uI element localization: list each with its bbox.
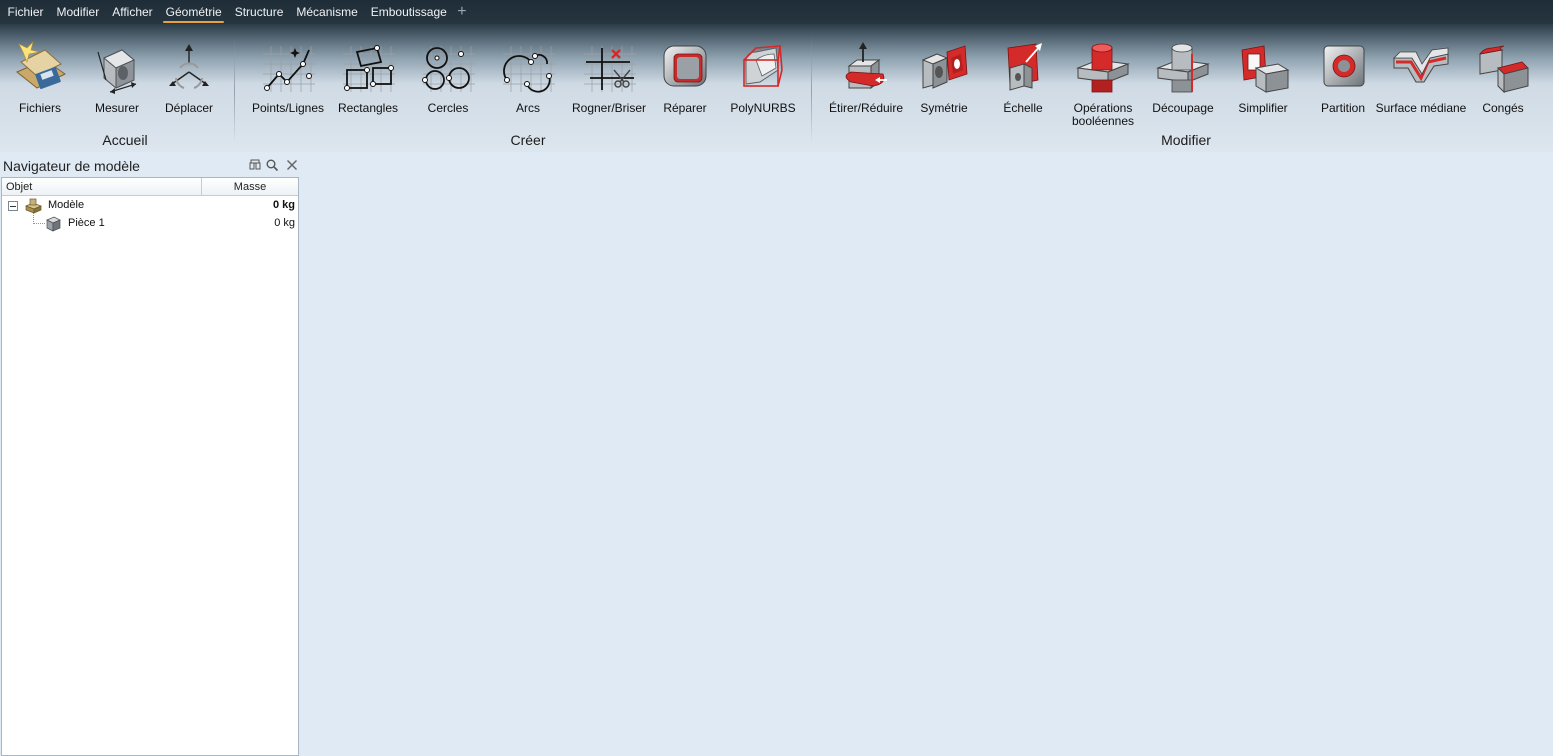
symetrie-button[interactable]: Symétrie <box>904 36 984 128</box>
model-navigator-panel: Navigateur de modèle Objet Masse Modèle … <box>0 152 300 756</box>
menu-emboutissage[interactable]: Emboutissage <box>364 1 453 23</box>
symmetry-icon <box>921 45 968 89</box>
menu-afficher[interactable]: Afficher <box>106 1 159 23</box>
conges-label: Congés <box>1482 101 1524 115</box>
conges-button[interactable]: Congés <box>1463 36 1543 128</box>
boolean-icon <box>1076 43 1130 93</box>
filter-icon[interactable] <box>248 158 262 172</box>
deplacer-label: Déplacer <box>164 101 214 115</box>
group-label-modifier: Modifier <box>1161 132 1211 148</box>
menu-mecanisme[interactable]: Mécanisme <box>290 1 364 23</box>
operations-booleennes-button[interactable]: Opérations booléennes <box>1063 36 1143 128</box>
search-icon[interactable] <box>265 158 279 172</box>
menu-geometrie[interactable]: Géométrie <box>159 1 228 23</box>
echelle-button[interactable]: Échelle <box>983 36 1063 128</box>
rectangles-button[interactable]: Rectangles <box>328 36 408 128</box>
group-label-accueil: Accueil <box>102 132 148 148</box>
part-icon <box>46 216 61 232</box>
deplacer-button[interactable]: Déplacer <box>149 36 229 128</box>
fillets-icon <box>1479 45 1529 94</box>
column-objet[interactable]: Objet <box>6 178 32 196</box>
navigator-title: Navigateur de modèle <box>3 158 140 174</box>
measure-icon <box>97 49 137 94</box>
model-icon <box>25 198 42 214</box>
plus-icon[interactable]: + <box>453 1 470 23</box>
circles-icon <box>422 46 475 92</box>
arcs-button[interactable]: Arcs <box>488 36 568 128</box>
group-label-creer: Créer <box>510 132 546 148</box>
partition-icon <box>1323 45 1365 87</box>
points-lignes-label: Points/Lignes <box>251 101 325 115</box>
surface-mediane-label: Surface médiane <box>1375 101 1467 115</box>
decoupage-label: Découpage <box>1152 101 1214 115</box>
cercles-button[interactable]: Cercles <box>408 36 488 128</box>
echelle-label: Échelle <box>1003 101 1043 115</box>
points-lines-icon <box>263 46 315 92</box>
column-masse[interactable]: Masse <box>202 178 298 196</box>
modeling-viewport[interactable] <box>300 152 1553 756</box>
menu-structure[interactable]: Structure <box>228 1 290 23</box>
tree-item-name: Pièce 1 <box>68 217 105 229</box>
polynurbs-button[interactable]: PolyNURBS <box>723 36 803 128</box>
partition-button[interactable]: Partition <box>1303 36 1383 128</box>
push-pull-icon <box>845 42 887 89</box>
tree-item-name: Modèle <box>48 199 85 211</box>
move-icon <box>169 44 209 89</box>
polynurbs-label: PolyNURBS <box>730 101 796 115</box>
cut-icon <box>1156 43 1210 93</box>
menu-bar: Fichier Modifier Afficher Géométrie Stru… <box>0 0 1553 24</box>
close-icon[interactable] <box>285 158 299 172</box>
rectangles-label: Rectangles <box>337 101 399 115</box>
tree-row-modele[interactable]: Modèle 0 kg <box>2 197 298 215</box>
trim-break-icon <box>584 46 636 92</box>
tree-column-header: Objet Masse <box>2 178 298 196</box>
arcs-label: Arcs <box>516 101 540 115</box>
surface-mediane-button[interactable]: Surface médiane <box>1376 36 1466 128</box>
tree-item-mass: 0 kg <box>274 217 295 229</box>
ribbon: Fichiers Mesurer Déplacer Accueil Points… <box>0 24 1553 152</box>
simplifier-button[interactable]: Simplifier <box>1223 36 1303 128</box>
booleennes-label: booléennes <box>1071 114 1135 128</box>
fichiers-button[interactable]: Fichiers <box>0 36 80 128</box>
group-separator <box>811 36 812 144</box>
midsurface-icon <box>1393 47 1449 83</box>
polynurbs-icon <box>743 45 783 87</box>
repair-icon <box>663 45 707 87</box>
scale-icon <box>1007 43 1042 91</box>
arcs-icon <box>503 46 555 93</box>
tree-item-mass: 0 kg <box>272 199 295 211</box>
menu-modifier[interactable]: Modifier <box>50 1 106 23</box>
decoupage-button[interactable]: Découpage <box>1143 36 1223 128</box>
group-separator <box>234 36 235 144</box>
rogner-briser-button[interactable]: Rogner/Briser <box>569 36 649 128</box>
cercles-label: Cercles <box>427 101 469 115</box>
rectangles-icon <box>343 45 395 92</box>
navigator-header: Navigateur de modèle <box>0 156 300 176</box>
model-tree: Objet Masse Modèle 0 kg Pièce 1 0 kg <box>1 177 299 756</box>
simplifier-label: Simplifier <box>1238 101 1288 115</box>
reparer-button[interactable]: Réparer <box>645 36 725 128</box>
files-icon <box>16 41 66 89</box>
tree-row-piece-1[interactable]: Pièce 1 0 kg <box>2 215 298 233</box>
etirer-reduire-button[interactable]: Étirer/Réduire <box>826 36 906 128</box>
simplify-icon <box>1241 45 1290 93</box>
points-lignes-button[interactable]: Points/Lignes <box>248 36 328 128</box>
collapse-icon[interactable] <box>8 201 18 211</box>
menu-fichier[interactable]: Fichier <box>1 1 50 23</box>
